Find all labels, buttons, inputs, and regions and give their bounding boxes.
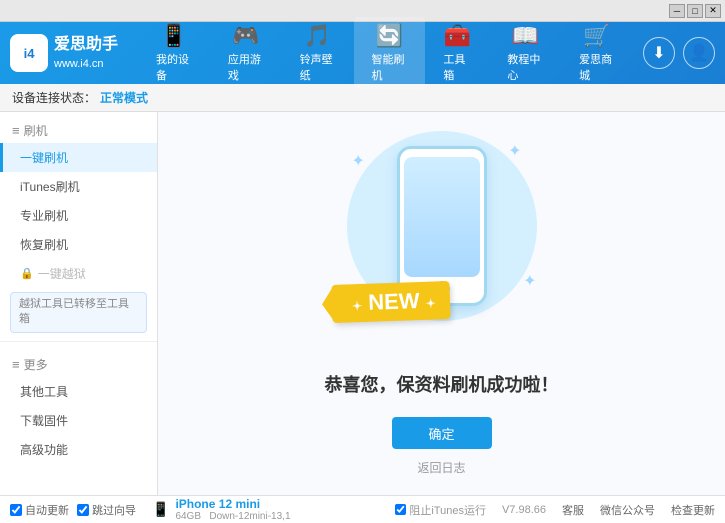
shop-icon: 🛒 xyxy=(583,23,610,49)
nav-bar: 📱 我的设备 🎮 应用游戏 🎵 铃声壁纸 🔄 智能刷机 🧰 工具箱 📖 教程中心… xyxy=(138,17,633,89)
sidebar-section-jailbreak: 🔒 一键越狱 xyxy=(0,259,157,288)
check-update-link[interactable]: 检查更新 xyxy=(671,502,715,518)
success-message: 恭喜您，保资料刷机成功啦！ xyxy=(325,371,559,397)
toolbox-label: 工具箱 xyxy=(443,51,471,83)
main-layout: ≡ 刷机 一键刷机 iTunes刷机 专业刷机 恢复刷机 🔒 一键越狱 越狱工具… xyxy=(0,112,725,495)
bottom-left: 自动更新 跳过向导 📱 iPhone 12 mini 64GB Down-12m… xyxy=(10,497,395,522)
header: i4 爱思助手 www.i4.cn 📱 我的设备 🎮 应用游戏 🎵 铃声壁纸 🔄… xyxy=(0,22,725,84)
more-section-icon: ≡ xyxy=(12,357,20,372)
itunes-label: 阻止iTunes运行 xyxy=(409,502,486,518)
new-badge-text: NEW xyxy=(367,288,419,315)
sparkle-icon-3: ✦ xyxy=(523,271,536,291)
tutorial-icon: 📖 xyxy=(512,23,539,49)
shop-label: 爱思商城 xyxy=(579,51,615,83)
minimize-button[interactable]: ─ xyxy=(669,4,685,18)
sparkle-icon-2: ✦ xyxy=(508,141,521,161)
sidebar-section-flash: ≡ 刷机 xyxy=(0,116,157,143)
logo-text: 爱思助手 www.i4.cn xyxy=(54,34,118,72)
itunes-checkbox[interactable] xyxy=(395,504,406,515)
new-badge: ✦ NEW ✦ xyxy=(331,281,450,323)
smart-flash-label: 智能刷机 xyxy=(372,51,408,83)
new-star-right: ✦ xyxy=(425,296,436,310)
my-device-icon: 📱 xyxy=(160,23,187,49)
auto-update-input[interactable] xyxy=(10,504,22,516)
auto-update-checkbox[interactable]: 自动更新 xyxy=(10,502,69,518)
version-text: V7.98.66 xyxy=(502,504,546,516)
sidebar-item-advanced[interactable]: 高级功能 xyxy=(0,435,157,464)
user-button[interactable]: 👤 xyxy=(683,37,715,69)
device-model: Down-12mini-13,1 xyxy=(209,511,290,522)
status-label: 设备连接状态： xyxy=(12,89,96,106)
device-icon: 📱 xyxy=(152,501,169,518)
toolbox-icon: 🧰 xyxy=(444,23,471,49)
device-name: iPhone 12 mini xyxy=(175,497,290,511)
wechat-link[interactable]: 微信公众号 xyxy=(600,502,655,518)
bottom-right: 阻止iTunes运行 V7.98.66 客服 微信公众号 检查更新 xyxy=(395,502,715,518)
nav-ringtone[interactable]: 🎵 铃声壁纸 xyxy=(282,17,354,89)
nav-my-device[interactable]: 📱 我的设备 xyxy=(138,17,210,89)
window-controls[interactable]: ─ □ ✕ xyxy=(669,4,721,18)
nav-tutorial[interactable]: 📖 教程中心 xyxy=(489,17,561,89)
jailbreak-notice: 越狱工具已转移至工具箱 xyxy=(10,292,147,333)
sidebar-divider xyxy=(0,341,157,342)
content-area: ✦ ✦ ✦ ✦ NEW ✦ 恭喜您，保资料刷机成功啦！ 确定 返回日志 xyxy=(158,112,725,495)
sidebar-item-restore-flash[interactable]: 恢复刷机 xyxy=(0,230,157,259)
skip-wizard-checkbox[interactable]: 跳过向导 xyxy=(77,502,136,518)
more-section-label: 更多 xyxy=(24,356,48,373)
close-button[interactable]: ✕ xyxy=(705,4,721,18)
phone-screen xyxy=(404,157,480,277)
new-star-left: ✦ xyxy=(351,299,362,313)
flash-section-icon: ≡ xyxy=(12,123,20,138)
nav-shop[interactable]: 🛒 爱思商城 xyxy=(561,17,633,89)
nav-toolbox[interactable]: 🧰 工具箱 xyxy=(425,17,489,89)
app-name: 爱思助手 xyxy=(54,34,118,56)
skip-wizard-input[interactable] xyxy=(77,504,89,516)
sidebar-item-download-firmware[interactable]: 下载固件 xyxy=(0,406,157,435)
phone-illustration: ✦ ✦ ✦ ✦ NEW ✦ xyxy=(342,131,542,351)
jailbreak-label: 一键越狱 xyxy=(38,265,86,282)
logo-area: i4 爱思助手 www.i4.cn xyxy=(10,34,118,72)
ringtone-label: 铃声壁纸 xyxy=(300,51,336,83)
sidebar-section-more: ≡ 更多 xyxy=(0,350,157,377)
logo-icon: i4 xyxy=(10,34,48,72)
app-game-label: 应用游戏 xyxy=(228,51,264,83)
sidebar: ≡ 刷机 一键刷机 iTunes刷机 专业刷机 恢复刷机 🔒 一键越狱 越狱工具… xyxy=(0,112,158,495)
app-game-icon: 🎮 xyxy=(232,23,259,49)
sparkle-icon-1: ✦ xyxy=(352,151,365,171)
auto-update-label: 自动更新 xyxy=(25,502,69,518)
download-button[interactable]: ⬇ xyxy=(643,37,675,69)
my-device-label: 我的设备 xyxy=(156,51,192,83)
skip-wizard-label: 跳过向导 xyxy=(92,502,136,518)
app-url: www.i4.cn xyxy=(54,57,118,72)
sidebar-item-itunes-flash[interactable]: iTunes刷机 xyxy=(0,172,157,201)
device-storage: 64GB xyxy=(175,511,201,522)
lock-icon: 🔒 xyxy=(20,267,34,280)
customer-service-link[interactable]: 客服 xyxy=(562,502,584,518)
tutorial-label: 教程中心 xyxy=(507,51,543,83)
sidebar-item-pro-flash[interactable]: 专业刷机 xyxy=(0,201,157,230)
nav-app-game[interactable]: 🎮 应用游戏 xyxy=(210,17,282,89)
back-log-link[interactable]: 返回日志 xyxy=(417,459,465,476)
maximize-button[interactable]: □ xyxy=(687,4,703,18)
sidebar-item-other-tools[interactable]: 其他工具 xyxy=(0,377,157,406)
device-info: 📱 iPhone 12 mini 64GB Down-12mini-13,1 xyxy=(152,497,291,522)
ringtone-icon: 🎵 xyxy=(304,23,331,49)
status-value: 正常模式 xyxy=(100,89,148,106)
sidebar-item-one-click-flash[interactable]: 一键刷机 xyxy=(0,143,157,172)
nav-smart-flash[interactable]: 🔄 智能刷机 xyxy=(354,17,426,89)
itunes-status: 阻止iTunes运行 xyxy=(395,502,486,518)
flash-section-label: 刷机 xyxy=(24,122,48,139)
confirm-button[interactable]: 确定 xyxy=(392,417,492,449)
bottom-bar: 自动更新 跳过向导 📱 iPhone 12 mini 64GB Down-12m… xyxy=(0,495,725,523)
header-right: ⬇ 👤 xyxy=(643,37,715,69)
smart-flash-icon: 🔄 xyxy=(376,23,403,49)
